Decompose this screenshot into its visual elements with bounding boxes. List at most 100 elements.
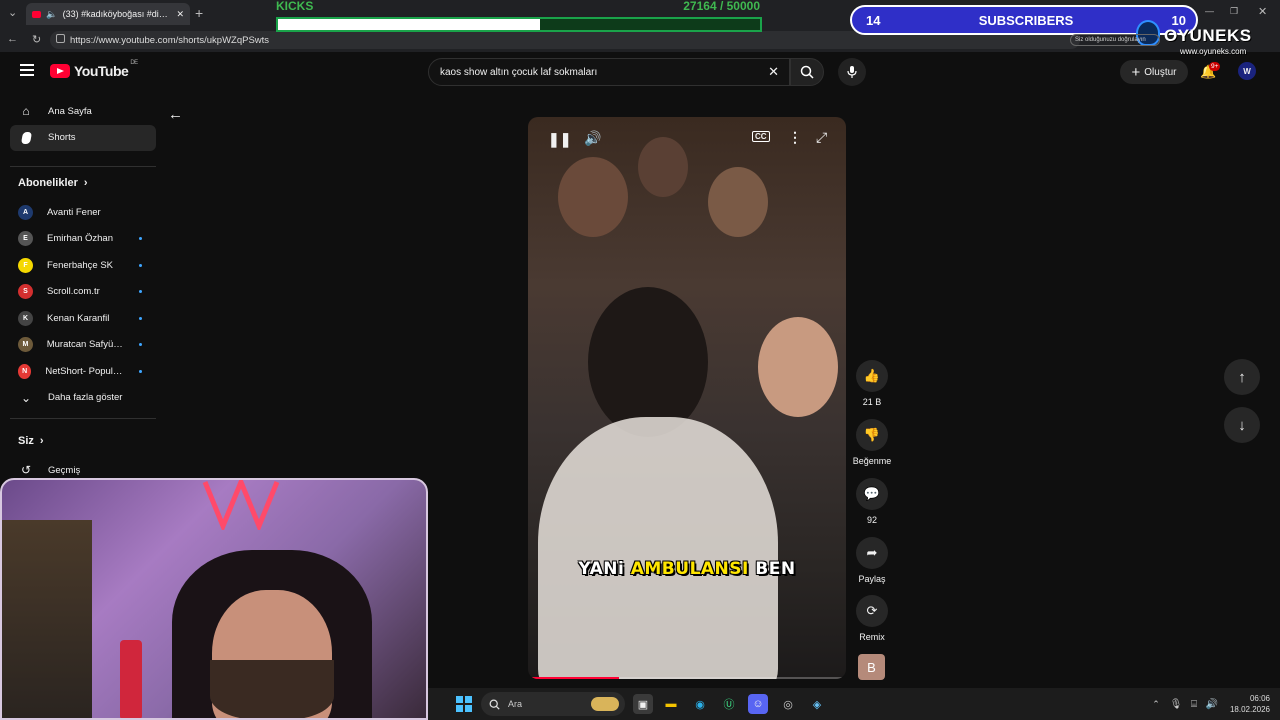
channel-avatar: N	[18, 363, 32, 379]
caption-highlight: AMBULANSI	[630, 559, 749, 579]
kicks-label: KICKS	[276, 0, 314, 13]
sidebar-subscription-item[interactable]: M Muratcan Safyürek	[10, 332, 156, 359]
back-arrow-icon[interactable]: ←	[168, 106, 183, 123]
steam-icon[interactable]: ◈	[807, 694, 827, 714]
volume-icon[interactable]: 🔊	[584, 130, 601, 147]
app-icon[interactable]: Ⓤ	[719, 694, 739, 714]
chevron-down-icon: ⌄	[20, 390, 32, 405]
share-button[interactable]: ➦ Paylaş	[850, 537, 894, 584]
taskbar-search[interactable]: Ara	[481, 692, 625, 716]
reload-icon[interactable]: ↻	[32, 33, 41, 46]
restore-icon[interactable]: ❐	[1230, 6, 1238, 17]
menu-icon[interactable]	[20, 64, 34, 76]
dislike-label: Beğenme	[852, 456, 892, 466]
new-content-dot	[139, 369, 142, 373]
discord-icon[interactable]: ☺	[748, 694, 768, 714]
network-icon[interactable]: ⌸	[1184, 694, 1204, 714]
app-icon[interactable]: ◎	[778, 694, 798, 714]
you-heading[interactable]: Siz ›	[10, 425, 156, 457]
sidebar-subscription-item[interactable]: E Emirhan Özhan	[10, 226, 156, 253]
channel-avatar: A	[18, 204, 33, 220]
new-content-dot	[139, 263, 142, 267]
voice-search-button[interactable]	[838, 58, 866, 86]
subscriptions-list: A Avanti Fener E Emirhan Özhan F Fenerbahçe S…	[10, 199, 156, 385]
sidebar-item-label: Shorts	[48, 132, 76, 144]
sidebar-item-shorts[interactable]: Shorts	[10, 124, 156, 151]
window-close-icon[interactable]: ✕	[1258, 5, 1267, 18]
sidebar-item-label: Scroll.com.tr	[47, 286, 100, 298]
account-avatar[interactable]: W	[1238, 62, 1256, 80]
tray-chevron-icon[interactable]: ⌃	[1146, 694, 1166, 714]
sidebar-item-label: NetShort- Popular Drama	[45, 365, 125, 377]
sidebar-item-home[interactable]: ⌂ Ana Sayfa	[10, 98, 156, 125]
volume-tray-icon[interactable]: 🔊	[1202, 694, 1222, 714]
video-scene	[758, 317, 838, 417]
clock-time: 06:06	[1249, 694, 1270, 703]
webcam-overlay	[0, 478, 428, 720]
comments-button[interactable]: 💬 92	[850, 478, 894, 525]
channel-avatar: S	[18, 284, 33, 300]
search-button[interactable]	[790, 58, 824, 86]
edge-icon[interactable]: ◉	[690, 694, 710, 714]
task-view-icon[interactable]: ▣	[633, 694, 653, 714]
clear-search-icon[interactable]: ✕	[768, 64, 779, 80]
taskbar-clock[interactable]: 06:06 18.02.2026	[1230, 693, 1270, 715]
kicks-progress-bar	[276, 17, 762, 32]
minimize-icon[interactable]: —	[1205, 6, 1214, 16]
streamer-beard	[210, 660, 334, 718]
tab-audio-icon[interactable]: 🔈	[46, 9, 57, 20]
subscriptions-heading-label: Abonelikler	[18, 177, 78, 189]
site-info-icon[interactable]	[56, 34, 65, 43]
search-input[interactable]: kaos show altın çocuk laf sokmaları ✕	[428, 58, 790, 86]
tab-title: (33) #kadıköyboğası #digituri	[62, 9, 172, 19]
dislike-button[interactable]: 👎 Beğenme	[850, 419, 894, 466]
logo-text: YouTube	[74, 63, 129, 79]
tab-list-icon[interactable]: ⌄	[8, 6, 17, 19]
sidebar-subscription-item[interactable]: K Kenan Karanfil	[10, 305, 156, 332]
new-tab-icon[interactable]: +	[195, 5, 203, 21]
remix-button[interactable]: ⟳ Remix	[850, 595, 894, 642]
fullscreen-icon[interactable]: ⤢	[816, 129, 827, 146]
channel-avatar: F	[18, 257, 33, 273]
pause-icon[interactable]: ❚❚	[548, 131, 571, 148]
new-content-dot	[139, 237, 142, 241]
microphone-icon	[847, 66, 857, 78]
channel-avatar: E	[18, 231, 33, 247]
sidebar-item-label: Fenerbahçe SK	[47, 259, 114, 271]
youtube-play-icon	[50, 64, 70, 78]
sidebar-subscription-item[interactable]: F Fenerbahçe SK	[10, 252, 156, 279]
sidebar-item-label: Muratcan Safyürek	[46, 339, 126, 351]
windows-start-icon[interactable]	[454, 694, 474, 714]
browser-tab[interactable]: 🔈 (33) #kadıköyboğası #digituri ✕	[26, 3, 190, 25]
clock-date: 18.02.2026	[1229, 705, 1270, 714]
show-more-button[interactable]: ⌄ Daha fazla göster	[10, 385, 156, 412]
next-short-button[interactable]: ↓	[1224, 407, 1260, 443]
previous-short-button[interactable]: ↑	[1224, 359, 1260, 395]
sidebar-subscription-item[interactable]: A Avanti Fener	[10, 199, 156, 226]
tray-microphone-icon[interactable]: 🎙	[1166, 694, 1186, 714]
youtube-logo[interactable]: YouTube DE	[50, 60, 138, 79]
shorts-video-player[interactable]: ❚❚ 🔊 CC ⋮ ⤢ YANi AMBULANSI BEN	[528, 117, 846, 679]
back-icon[interactable]: ←	[7, 33, 18, 45]
subscriptions-heading[interactable]: Abonelikler ›	[10, 167, 156, 199]
sidebar-item-label: Kenan Karanfil	[47, 312, 110, 324]
captions-icon[interactable]: CC	[752, 131, 770, 142]
sidebar: ⌂ Ana Sayfa Shorts Abonelikler › A Avanti…	[10, 98, 156, 484]
channel-avatar[interactable]: B	[858, 654, 885, 680]
webcam-background	[2, 520, 92, 718]
file-explorer-icon[interactable]: ▬	[661, 694, 681, 714]
sidebar-subscription-item[interactable]: N NetShort- Popular Drama	[10, 358, 156, 385]
sidebar-item-label: Geçmiş	[48, 464, 81, 476]
tab-close-icon[interactable]: ✕	[176, 9, 184, 20]
sidebar-subscription-item[interactable]: S Scroll.com.tr	[10, 279, 156, 306]
like-button[interactable]: 👍 21 B	[850, 360, 894, 407]
verification-notice[interactable]: Siz olduğunuzu doğrulayın	[1070, 34, 1160, 46]
remix-icon: ⟳	[856, 595, 888, 627]
new-content-dot	[139, 290, 142, 294]
more-options-icon[interactable]: ⋮	[788, 129, 802, 146]
sidebar-item-label: Avanti Fener	[47, 206, 101, 218]
create-button[interactable]: + Oluştur	[1120, 60, 1188, 84]
caption-text: BEN	[748, 559, 796, 579]
new-content-dot	[139, 343, 142, 347]
video-progress-bar[interactable]	[532, 677, 842, 679]
